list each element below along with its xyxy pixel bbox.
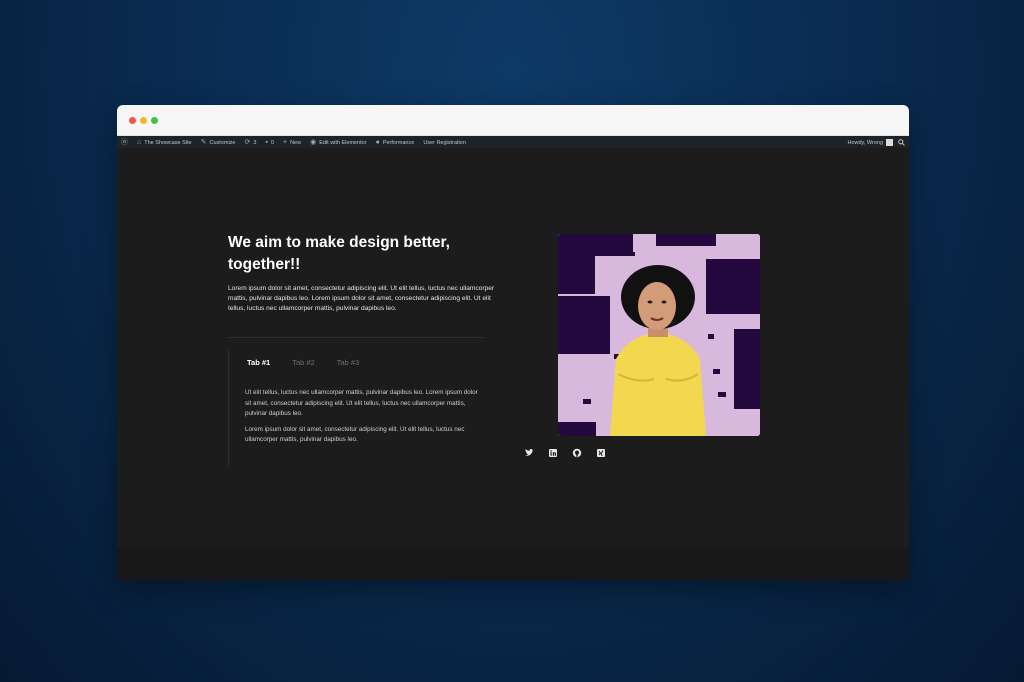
hero-headline: We aim to make design better, together!!	[228, 234, 450, 273]
home-icon: ⌂	[137, 139, 142, 146]
page-content: We aim to make design better, together!!…	[117, 148, 909, 553]
minimize-window-dot[interactable]	[140, 117, 147, 124]
tabs-widget: Tab #1 Tab #2 Tab #3 Ut elit tellus, luc…	[228, 348, 484, 466]
tab-list: Tab #1 Tab #2 Tab #3	[247, 358, 359, 367]
tab-paragraph-2: Lorem ipsum dolor sit amet, consectetur …	[245, 425, 465, 444]
site-name-menu[interactable]: ⌂ The Showcase Site	[137, 139, 192, 146]
site-name-label: The Showcase Site	[144, 139, 192, 146]
portrait-illustration	[558, 234, 760, 436]
xing-icon[interactable]	[596, 448, 606, 458]
brush-icon: ✎	[200, 139, 207, 146]
search-icon	[898, 139, 905, 146]
new-label: New	[290, 139, 302, 146]
wordpress-icon: ⓦ	[121, 139, 128, 146]
customize-label: Customize	[209, 139, 236, 146]
twitter-icon[interactable]	[524, 448, 534, 458]
browser-window: ⓦ ⌂ The Showcase Site ✎ Customize ⟳ 3 ▪ …	[117, 105, 909, 580]
updates-count: 3	[253, 139, 257, 146]
section-divider	[228, 337, 483, 338]
performance-menu[interactable]: ● Performance	[376, 139, 415, 146]
hero-intro: Lorem ipsum dolor sit amet, consectetur …	[228, 285, 495, 312]
updates-menu[interactable]: ⟳ 3	[244, 139, 256, 146]
social-links	[524, 448, 606, 458]
new-content-menu[interactable]: + New	[283, 139, 301, 146]
comments-count: 0	[270, 139, 274, 146]
edit-label: Edit with Elementor	[319, 139, 367, 146]
updates-icon: ⟳	[244, 139, 251, 146]
greeting-label: Howdy, Wrong	[847, 139, 883, 146]
admin-search[interactable]	[898, 139, 905, 146]
customize-menu[interactable]: ✎ Customize	[201, 139, 236, 146]
tab-1[interactable]: Tab #1	[247, 358, 270, 367]
tab-paragraph-1: Ut elit tellus, luctus nec ullamcorper m…	[245, 389, 478, 417]
account-menu[interactable]: Howdy, Wrong	[847, 139, 893, 146]
performance-label: Performance	[382, 139, 415, 146]
tab-2[interactable]: Tab #2	[292, 358, 315, 367]
linkedin-icon[interactable]	[548, 448, 558, 458]
plus-icon: +	[282, 139, 288, 146]
elementor-icon: ◉	[310, 139, 317, 146]
close-window-dot[interactable]	[129, 117, 136, 124]
tab-3[interactable]: Tab #3	[337, 358, 360, 367]
github-icon[interactable]	[572, 448, 582, 458]
portrait-artwork	[558, 234, 760, 436]
user-registration-menu[interactable]: User Registration	[423, 140, 466, 146]
maximize-window-dot[interactable]	[151, 117, 158, 124]
comments-menu[interactable]: ▪ 0	[265, 139, 274, 146]
avatar	[886, 139, 893, 146]
comment-icon: ▪	[265, 139, 268, 146]
edit-with-elementor-menu[interactable]: ◉ Edit with Elementor	[310, 139, 367, 146]
page-footer	[117, 548, 909, 580]
performance-icon: ●	[375, 139, 380, 146]
wordpress-logo-menu[interactable]: ⓦ	[121, 139, 128, 146]
browser-titlebar	[117, 105, 909, 136]
user-registration-label: User Registration	[423, 139, 466, 146]
tab-panel: Ut elit tellus, luctus nec ullamcorper m…	[245, 388, 485, 451]
